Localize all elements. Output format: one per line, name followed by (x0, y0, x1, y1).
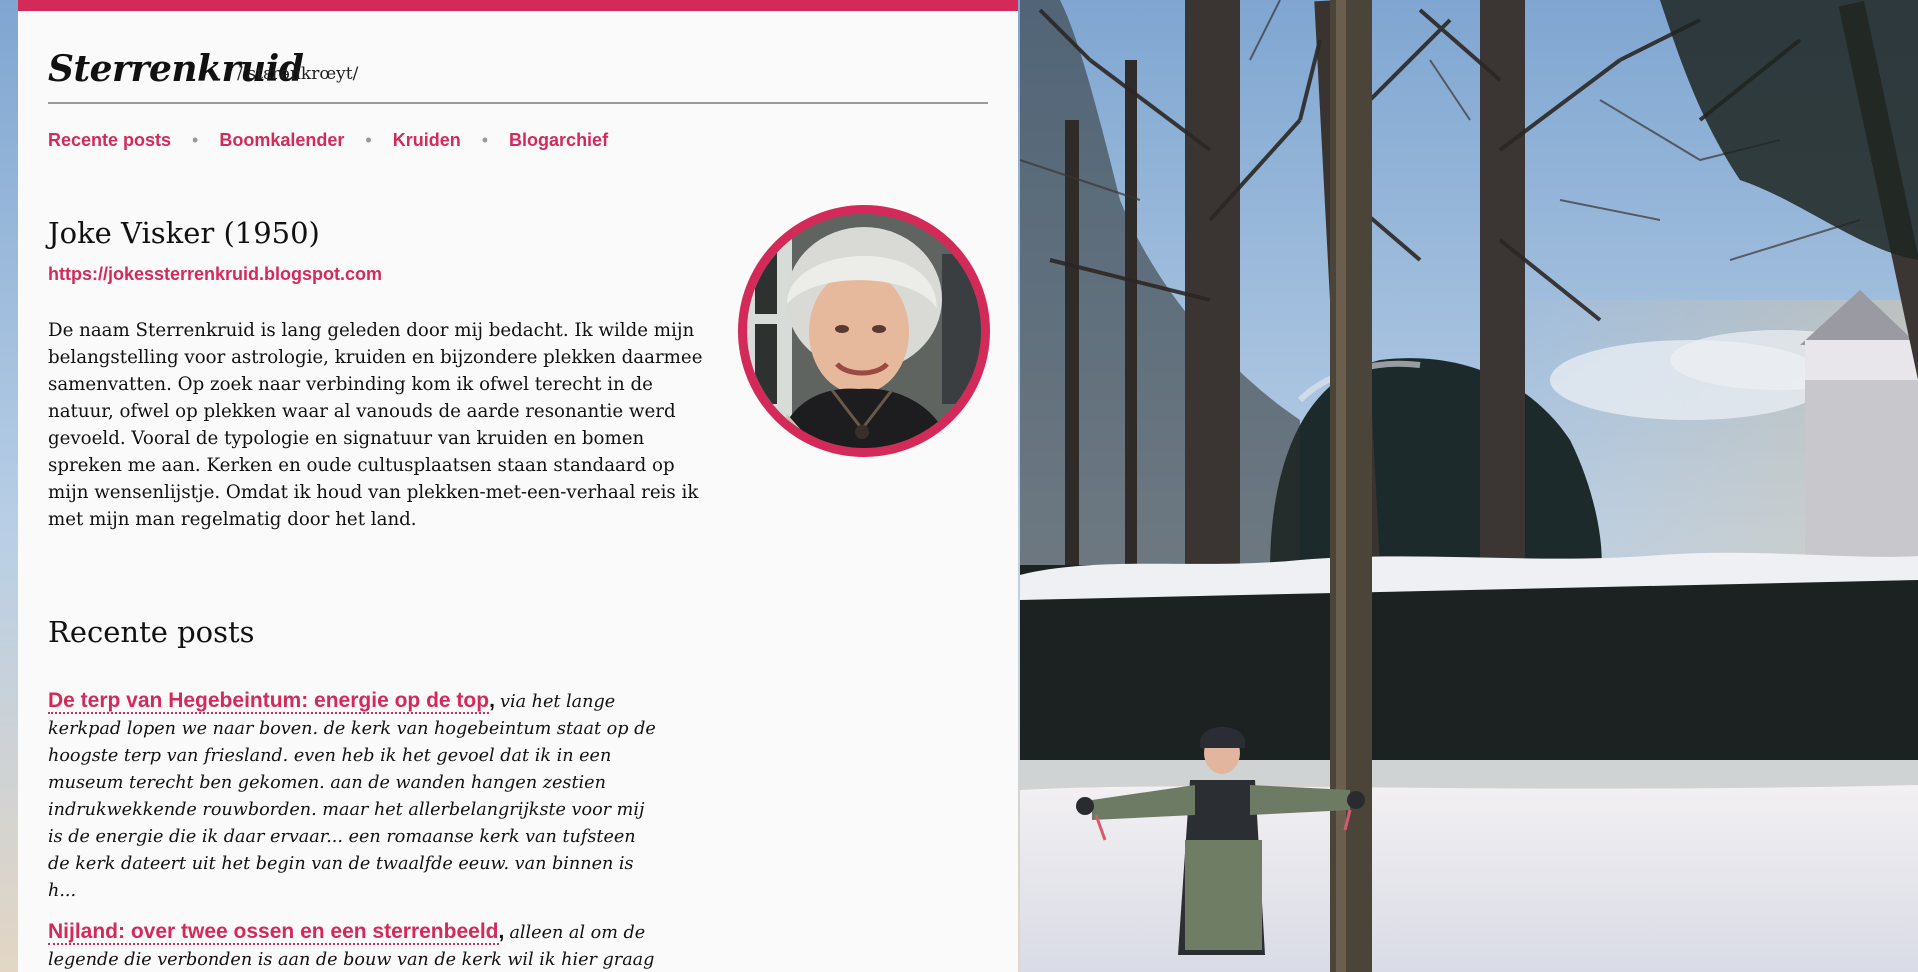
nav-item-boomkalender[interactable]: Boomkalender (219, 130, 344, 151)
post-item: Nijland: over twee ossen en een sterrenb… (48, 920, 658, 972)
site-header: Sterrenkruid /'stɛrənkrœyt/ (48, 48, 988, 104)
avatar-portrait (747, 214, 981, 448)
post-item: De terp van Hegebeintum: energie op de t… (48, 689, 658, 905)
nav-separator: • (365, 129, 372, 150)
nav-item-blogarchief[interactable]: Blogarchief (509, 130, 608, 151)
avatar (738, 205, 990, 457)
nav-item-kruiden[interactable]: Kruiden (393, 130, 461, 151)
post-title-link[interactable]: Nijland: over twee ossen en een sterrenb… (48, 920, 499, 945)
post-title-comma: , (489, 689, 495, 712)
post-title-comma: , (498, 920, 505, 943)
author-bio: De naam Sterrenkruid is lang geleden doo… (48, 320, 703, 530)
content-panel: Sterrenkruid /'stɛrənkrœyt/ Recente post… (18, 0, 1018, 972)
accent-top-bar (18, 0, 1018, 11)
post-title-link[interactable]: De terp van Hegebeintum: energie op de t… (48, 689, 490, 714)
nav-item-recente-posts[interactable]: Recente posts (48, 130, 171, 151)
site-phonetic: /'stɛrənkrœyt/ (237, 64, 359, 84)
nav-separator: • (192, 129, 199, 150)
main-nav: Recente posts • Boomkalender • Kruiden •… (48, 128, 608, 152)
author-url-link[interactable]: https://jokessterrenkruid.blogspot.com (48, 264, 382, 285)
author-name: Joke Visker (1950) (48, 216, 320, 250)
nav-separator: • (481, 129, 489, 150)
post-excerpt: via het lange kerkpad lopen we naar bove… (48, 692, 656, 901)
recent-posts-heading: Recente posts (48, 615, 255, 649)
